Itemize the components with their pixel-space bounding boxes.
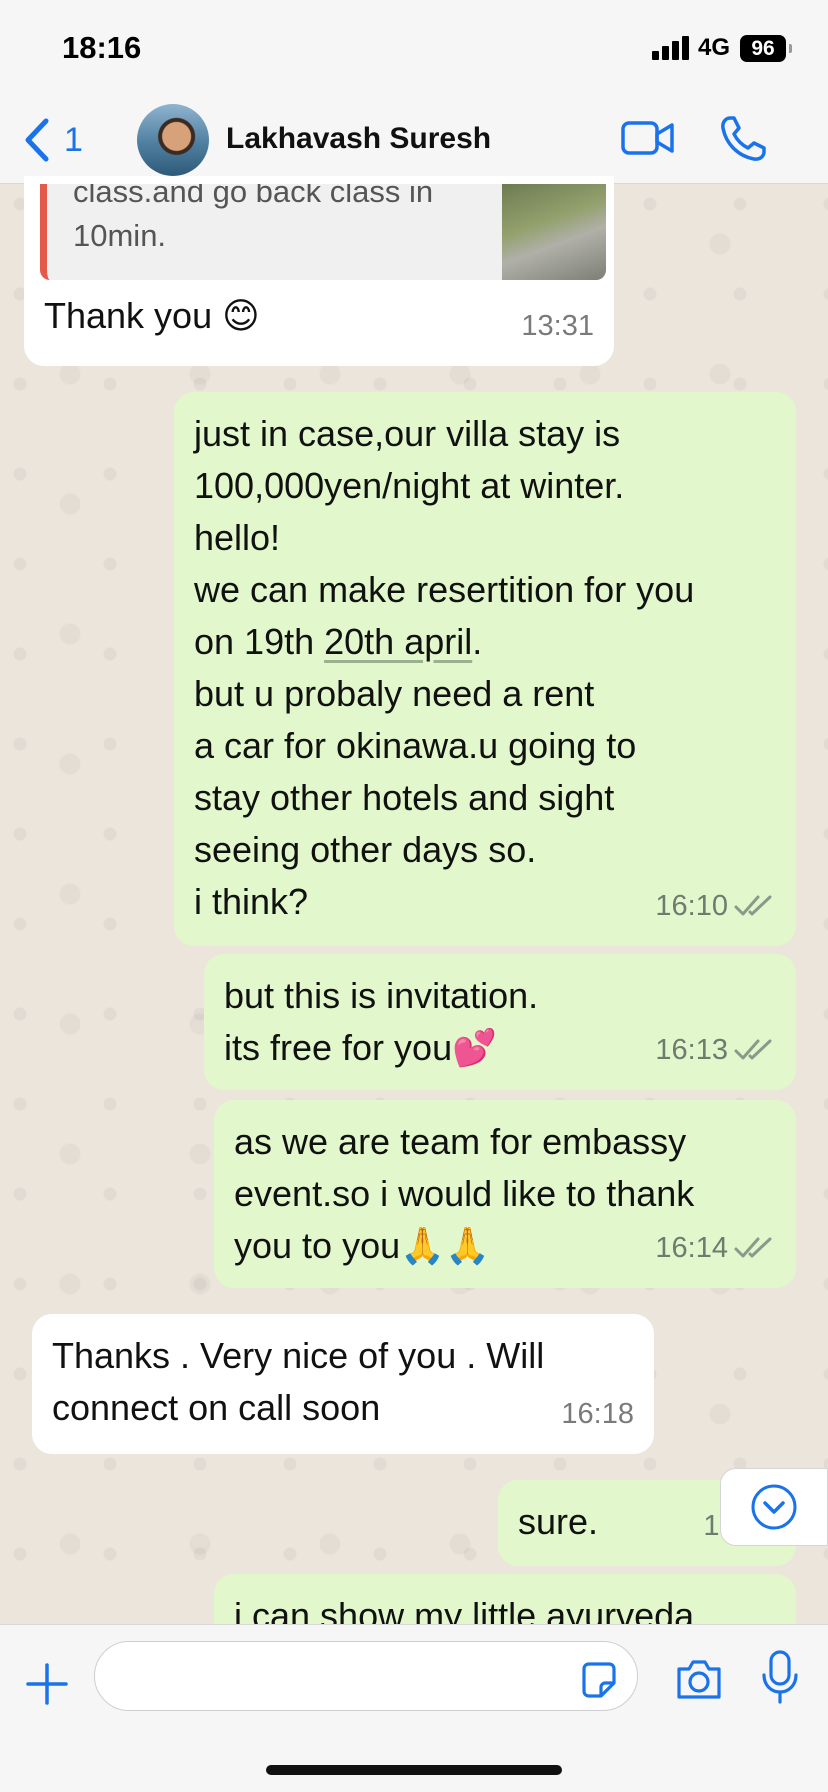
- message-bubble-outgoing[interactable]: but this is invitation. its free for you…: [204, 954, 796, 1090]
- message-meta: 16:14: [655, 1222, 776, 1274]
- time-label: 16:18: [561, 1398, 634, 1430]
- time-label: 16:10: [655, 890, 728, 922]
- composer-bar: [0, 1624, 828, 1792]
- plus-icon[interactable]: [24, 1661, 70, 1707]
- message-bubble-outgoing[interactable]: just in case,our villa stay is 100,000ye…: [174, 392, 796, 946]
- home-indicator: [266, 1765, 562, 1775]
- network-type: 4G: [698, 34, 731, 61]
- scroll-to-bottom-button[interactable]: [720, 1468, 828, 1546]
- avatar[interactable]: [137, 104, 209, 176]
- double-check-icon: [734, 895, 772, 916]
- time-label: 13:31: [521, 310, 594, 342]
- back-button[interactable]: 1: [22, 110, 102, 170]
- date-link[interactable]: 20th april: [324, 621, 472, 662]
- sticker-icon[interactable]: [578, 1659, 620, 1701]
- chevron-down-circle-icon: [751, 1484, 797, 1530]
- message-text: sure.: [518, 1501, 599, 1542]
- double-check-icon: [734, 1237, 772, 1258]
- unread-count: 1: [64, 120, 83, 159]
- message-text-part: . but u probaly need a rent a car for ok…: [194, 621, 637, 922]
- status-time: 18:16: [62, 30, 142, 65]
- camera-icon[interactable]: [674, 1657, 724, 1701]
- message-bubble-outgoing[interactable]: as we are team for embassy event.so i wo…: [214, 1100, 796, 1288]
- signal-icon: [652, 36, 692, 60]
- message-time: 13:31: [521, 300, 594, 352]
- chat-header: 1 Lakhavash Suresh: [0, 100, 828, 184]
- message-bubble-incoming[interactable]: Thanks . Very nice of you . Will connect…: [32, 1314, 654, 1454]
- message-text: as we are team for embassy event.so i wo…: [234, 1121, 695, 1266]
- video-camera-icon[interactable]: [620, 116, 676, 160]
- message-text: but this is invitation. its free for you…: [224, 975, 539, 1068]
- status-bar: 18:16 4G 96: [0, 0, 828, 100]
- microphone-icon[interactable]: [760, 1649, 800, 1705]
- quoted-message[interactable]: class.and go back class in 10min.: [40, 184, 606, 280]
- time-label: 16:14: [655, 1232, 728, 1264]
- battery-tip: [789, 44, 792, 53]
- message-meta: 16:18: [561, 1388, 634, 1440]
- message-input[interactable]: [94, 1641, 638, 1711]
- quoted-image-thumbnail: [502, 184, 606, 280]
- message-meta: 16:13: [655, 1024, 776, 1076]
- message-bubble[interactable]: Thank you 😊 13:31: [24, 280, 614, 366]
- battery-indicator: 96: [740, 35, 786, 62]
- double-check-icon: [734, 1039, 772, 1060]
- message-meta: 16:10: [655, 880, 776, 932]
- phone-icon[interactable]: [718, 114, 768, 164]
- message-text: Thanks . Very nice of you . Will connect…: [52, 1335, 545, 1428]
- contact-name[interactable]: Lakhavash Suresh: [226, 122, 491, 156]
- message-text: Thank you 😊: [44, 295, 260, 336]
- back-chevron-icon: [25, 118, 49, 162]
- message-text: just in case,our villa stay is 100,000ye…: [194, 413, 694, 922]
- time-label: 16:13: [655, 1034, 728, 1066]
- quoted-text: class.and go back class in 10min.: [73, 184, 434, 253]
